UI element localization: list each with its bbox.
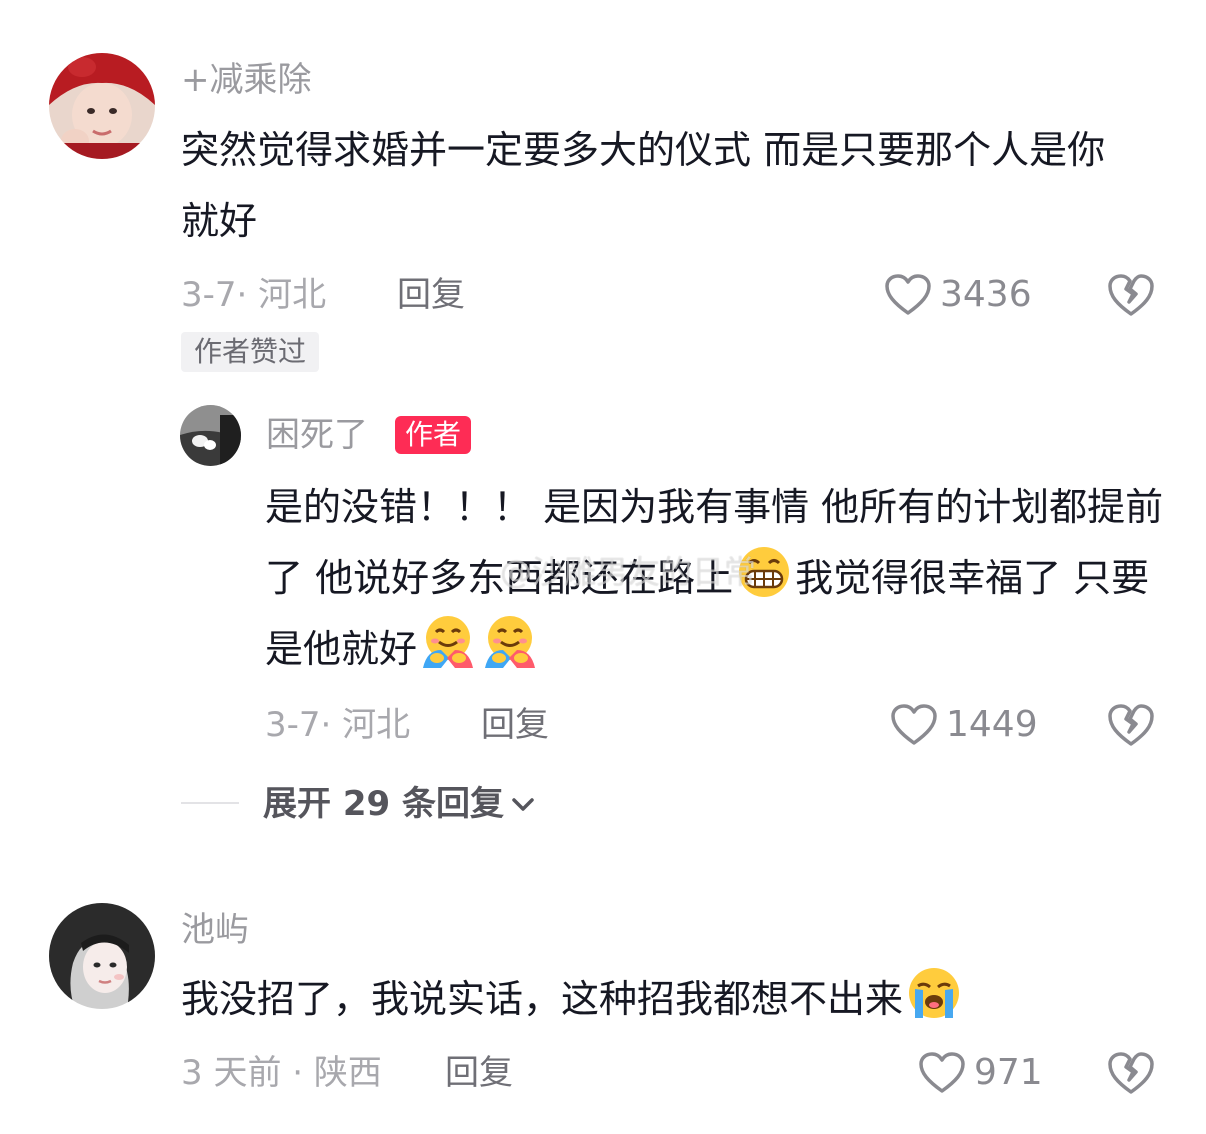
broken-heart-icon [1108,274,1154,316]
comment-username[interactable]: +减乘除 [181,60,312,100]
avatar[interactable] [49,903,155,1009]
chevron-down-icon [512,798,534,811]
author-badge: 作者 [395,416,472,454]
broken-heart-icon [1108,1052,1154,1094]
avatar[interactable] [180,405,241,466]
hugging-face-emoji [423,616,474,668]
expand-divider [181,802,239,804]
hugging-face-emoji [485,616,536,668]
comment-text: 突然觉得求婚并一定要多大的仪式 而是只要那个人是你就好 [181,128,1106,243]
like-count: 971 [974,1052,1043,1093]
like-count: 3436 [940,274,1032,315]
author-liked-tag: 作者赞过 [181,332,320,372]
like-count: 1449 [946,704,1038,745]
heart-outline-icon [885,274,931,315]
reply-username[interactable]: 困死了 [266,415,368,455]
heart-outline-icon [919,1052,965,1093]
loudly-crying-face-emoji [909,968,960,1018]
dislike-button[interactable] [1107,272,1155,322]
reply-button[interactable]: 回复 [481,705,549,745]
dislike-button[interactable] [1107,702,1155,752]
dislike-button[interactable] [1107,1050,1155,1100]
like-button[interactable]: 971 [918,1051,1043,1095]
avatar[interactable] [49,53,155,159]
reply-date-location: 3-7· 河北 [265,705,411,745]
comment-username[interactable]: 池屿 [181,910,249,950]
broken-heart-icon [1108,704,1154,746]
like-button[interactable]: 3436 [884,273,1032,317]
heart-outline-icon [891,704,937,745]
like-button[interactable]: 1449 [890,703,1038,747]
expand-replies-label: 展开 29 条回复 [263,784,504,824]
comment-date-location: 3-7· 河北 [181,275,327,315]
grinning-face-emoji [739,547,790,597]
reply-button[interactable]: 回复 [397,275,465,315]
expand-replies-button[interactable]: 展开 29 条回复 [263,784,536,824]
comment-text-content: 我没招了，我说实话，这种招我都想不出来 [181,977,904,1021]
comment-date-location: 3 天前 · 陕西 [181,1053,382,1093]
comment-text: 我没招了，我说实话，这种招我都想不出来 [181,964,1141,1035]
reply-button[interactable]: 回复 [445,1053,513,1093]
reply-text: 是的没错！！！ 是因为我有事情 他所有的计划都提前了 他说好多东西都还在路上 我… [265,472,1180,685]
